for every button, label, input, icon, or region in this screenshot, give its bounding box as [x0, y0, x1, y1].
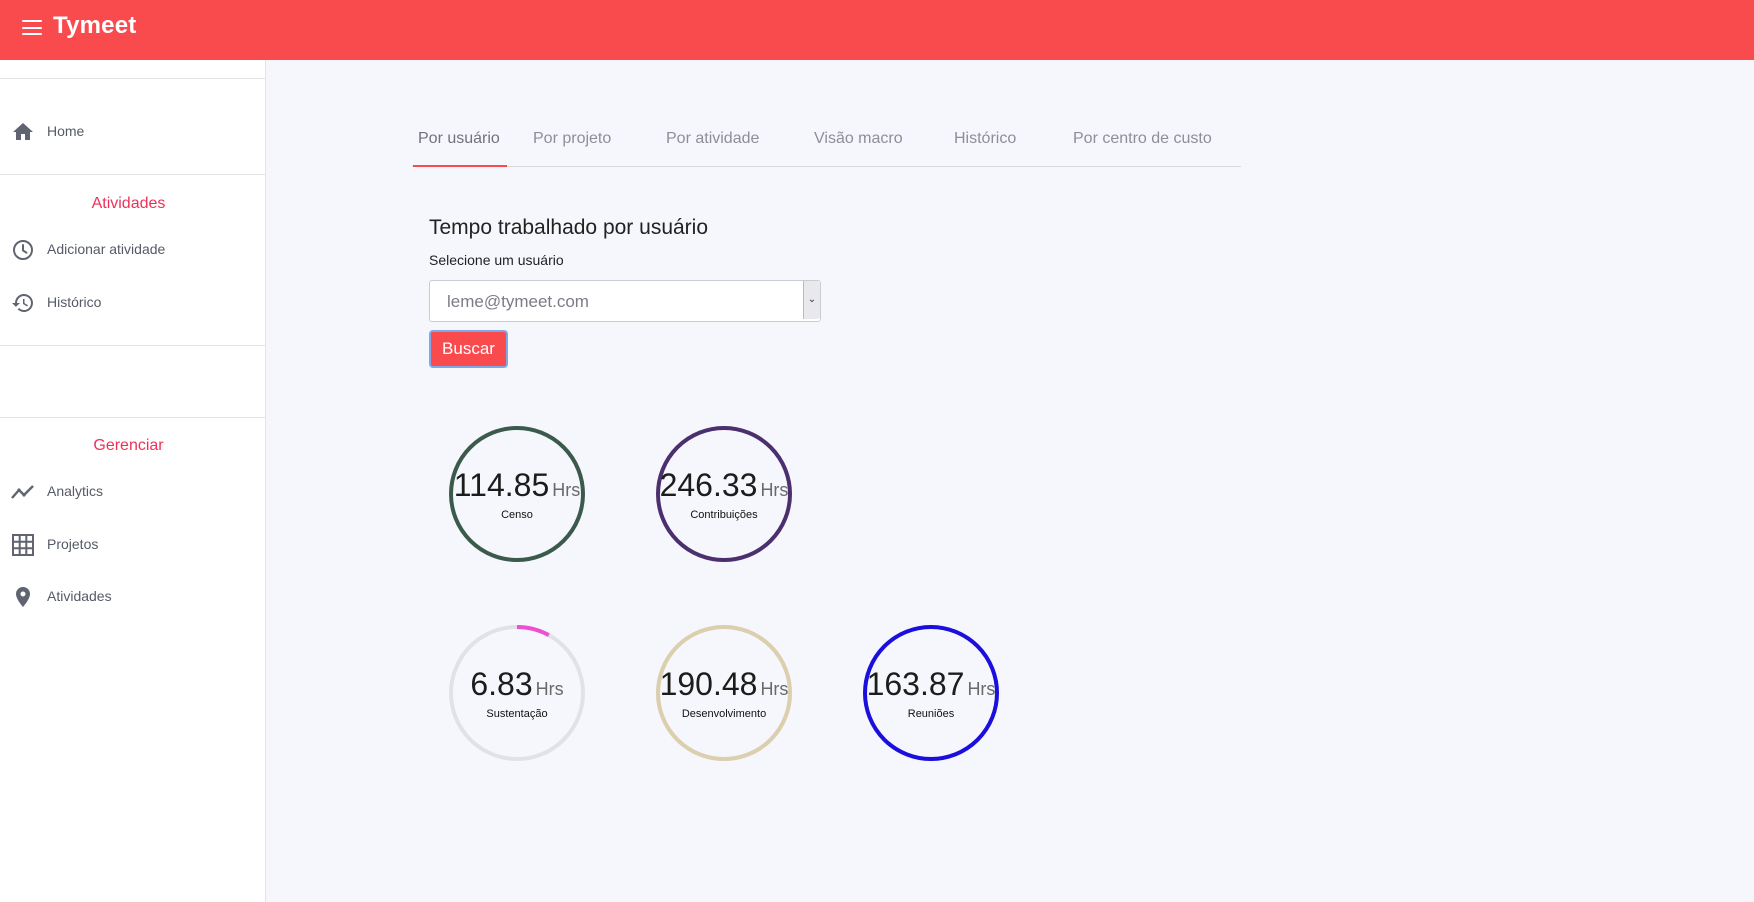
sidebar-divider: [0, 345, 265, 346]
sidebar-divider: [0, 174, 265, 175]
sidebar-item-label: Projetos: [47, 536, 99, 552]
tab-por-usuario[interactable]: Por usuário: [418, 130, 500, 148]
gauge-label: Reuniões: [907, 708, 955, 720]
sidebar-item-home[interactable]: Home: [0, 112, 265, 152]
gauge-label: Contribuições: [690, 509, 758, 521]
hours-gauge: 114.85 Hrs Censo: [446, 423, 588, 565]
gauge-value: 163.87: [866, 666, 965, 702]
clock-icon: [13, 240, 33, 260]
tab-por-atividade[interactable]: Por atividade: [666, 130, 759, 148]
sidebar: Home Atividades Adicionar atividade Hist…: [0, 60, 266, 902]
top-app-bar: Tymeet: [0, 0, 1754, 60]
report-tabs: Por usuário Por projeto Por atividade Vi…: [412, 114, 1241, 167]
chevron-down-icon[interactable]: ⌄: [803, 281, 820, 319]
sidebar-item-historico[interactable]: Histórico: [0, 283, 265, 323]
user-select-label: Selecione um usuário: [429, 252, 564, 268]
gauge-value: 114.85: [453, 467, 550, 503]
gauge-reading: 163.87 Hrs: [860, 666, 1002, 703]
sidebar-item-projetos[interactable]: Projetos: [0, 525, 265, 565]
sidebar-divider: [0, 78, 265, 79]
tab-por-projeto[interactable]: Por projeto: [533, 130, 611, 148]
search-button[interactable]: Buscar: [429, 330, 508, 368]
gauge-unit: Hrs: [967, 679, 996, 699]
home-icon: [13, 123, 33, 140]
sidebar-item-atividades[interactable]: Atividades: [0, 577, 265, 617]
user-select[interactable]: leme@tymeet.com ⌄: [429, 280, 821, 322]
sidebar-item-label: Home: [47, 123, 85, 139]
location-pin-icon: [16, 587, 30, 607]
tab-visao-macro[interactable]: Visão macro: [814, 130, 903, 148]
gauge-reading: 6.83 Hrs: [446, 666, 588, 703]
app-title: Tymeet: [53, 12, 137, 39]
sidebar-item-label: Histórico: [47, 294, 102, 310]
gauge-unit: Hrs: [552, 480, 581, 500]
hours-gauge: 246.33 Hrs Contribuições: [653, 423, 795, 565]
gauge-reading: 114.85 Hrs: [446, 467, 588, 504]
sidebar-item-adicionar-atividade[interactable]: Adicionar atividade: [0, 230, 265, 270]
gauge-reading: 246.33 Hrs: [653, 467, 795, 504]
tab-por-centro-de-custo[interactable]: Por centro de custo: [1073, 130, 1212, 148]
page-title: Tempo trabalhado por usuário: [429, 216, 709, 239]
gauge-unit: Hrs: [760, 480, 789, 500]
gauge-value: 190.48: [659, 666, 758, 702]
gauge-label: Sustentação: [486, 708, 548, 720]
hours-gauge: 163.87 Hrs Reuniões: [860, 622, 1002, 764]
tab-historico[interactable]: Histórico: [954, 130, 1016, 148]
history-icon: [12, 294, 33, 312]
sidebar-item-analytics[interactable]: Analytics: [0, 472, 265, 512]
sidebar-item-label: Atividades: [47, 588, 112, 604]
active-tab-indicator: [413, 165, 507, 167]
sidebar-item-label: Analytics: [47, 483, 104, 499]
gauge-value: 6.83: [470, 666, 533, 702]
trending-up-icon: [11, 485, 34, 499]
gauge-label: Censo: [501, 509, 533, 521]
gauge-reading: 190.48 Hrs: [653, 666, 795, 703]
hours-gauge: 190.48 Hrs Desenvolvimento: [653, 622, 795, 764]
section-title-atividades: Atividades: [91, 195, 166, 212]
menu-icon[interactable]: [20, 17, 44, 39]
gauge-unit: Hrs: [535, 679, 564, 699]
user-select-value: leme@tymeet.com: [447, 292, 589, 311]
gauge-unit: Hrs: [760, 679, 789, 699]
hours-gauge: 6.83 Hrs Sustentação: [446, 622, 588, 764]
sidebar-divider: [0, 417, 265, 418]
grid-icon: [12, 534, 34, 556]
section-title-gerenciar: Gerenciar: [93, 437, 164, 454]
sidebar-item-label: Adicionar atividade: [47, 241, 166, 257]
gauge-label: Desenvolvimento: [681, 708, 767, 720]
gauge-value: 246.33: [659, 467, 758, 503]
